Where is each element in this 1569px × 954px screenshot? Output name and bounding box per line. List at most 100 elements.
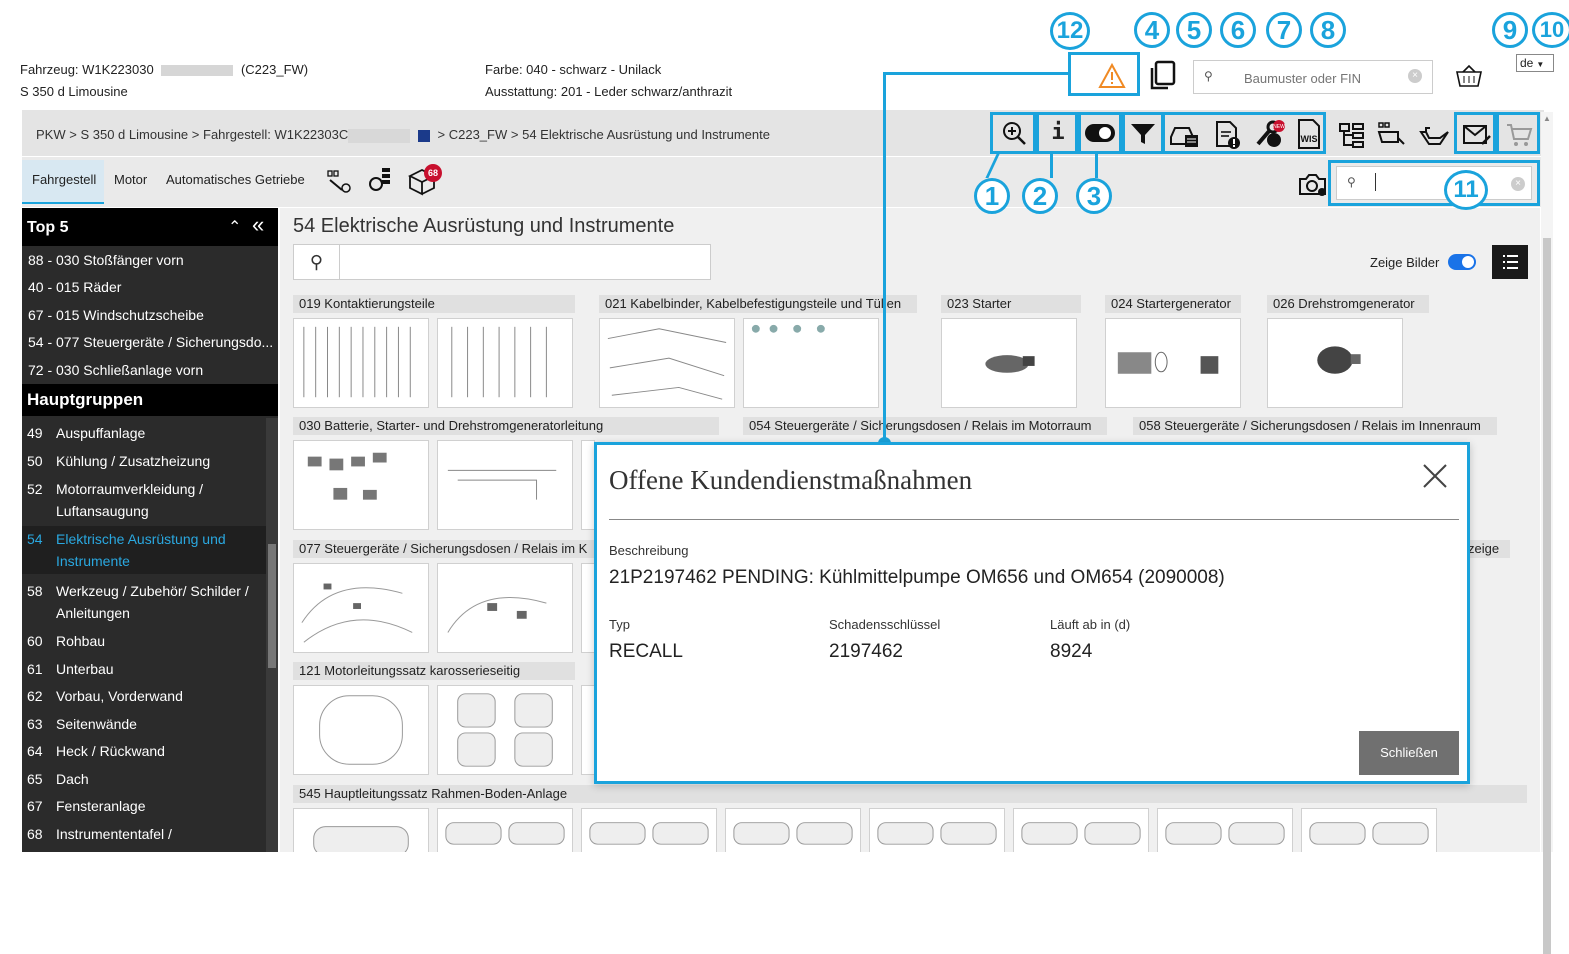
tab-motor[interactable]: Motor [114,172,147,187]
close-icon[interactable] [1422,463,1448,489]
link-icon[interactable] [417,129,430,142]
callout-5: 5 [1176,12,1212,48]
group-thumbnail[interactable] [437,440,573,530]
group-thumbnail[interactable] [725,808,861,852]
group-thumbnail[interactable] [1267,318,1403,408]
top5-item[interactable]: 40 - 015 Räder [22,276,278,298]
group-thumbnail[interactable] [1013,808,1149,852]
group-thumbnail[interactable] [293,318,429,408]
group-thumbnail[interactable] [293,440,429,530]
top5-item[interactable]: 88 - 030 Stoßfänger vorn [22,249,278,271]
breadcrumb-item[interactable]: C223_FW [449,127,508,142]
part-tool-icon[interactable] [326,168,354,194]
top5-item[interactable]: 72 - 030 Schließanlage vorn [22,359,278,381]
sidebar-item-54[interactable]: 54 Elektrische Ausrüstung und Instrumente [22,526,266,574]
breadcrumb-item[interactable]: S 350 d Limousine [80,127,188,142]
group-title[interactable]: 121 Motorleitungssatz karosserieseitig [293,662,575,680]
warning-icon[interactable] [1098,62,1126,90]
top5-item[interactable]: 67 - 015 Windschutzscheibe [22,304,278,326]
group-thumbnail[interactable] [869,808,1005,852]
top5-item[interactable]: 54 - 077 Steuergeräte / Sicherungsdo... [22,331,278,353]
group-thumbnail[interactable] [293,685,429,775]
copy-icon[interactable] [1146,58,1178,92]
group-title[interactable]: 058 Steuergeräte / Sicherungsdosen / Rel… [1133,417,1497,435]
group-thumbnail[interactable] [293,808,429,857]
search-icon: ⚲ [294,245,340,279]
package-icon[interactable]: 68 [406,164,442,196]
fin-search-input[interactable] [1242,67,1396,89]
group-thumbnail[interactable] [581,685,595,775]
callout-connector [883,72,1071,75]
callout-3: 3 [1076,178,1112,214]
group-title[interactable]: 019 Kontaktierungsteile [293,295,575,313]
breadcrumb-item[interactable]: Fahrgestell: W1K22303C [203,127,348,142]
group-thumbnail[interactable] [1157,808,1293,852]
group-thumbnail[interactable] [437,318,573,408]
svg-text:NEW: NEW [1273,124,1285,130]
group-title[interactable]: 021 Kabelbinder, Kabelbefestigungsteile … [599,295,917,313]
zoom-in-icon[interactable] [1000,119,1028,147]
callout-6: 6 [1220,12,1256,48]
group-title[interactable]: 077 Steuergeräte / Sicherungsdosen / Rel… [293,540,595,558]
breadcrumb-item[interactable]: PKW [36,127,66,142]
group-thumbnail[interactable] [599,318,735,408]
top5-header: Top 5 ⌃ « [22,208,278,246]
part-search-box[interactable]: ⚲ × [1336,166,1532,200]
group-title[interactable]: 545 Hauptleitungssatz Rahmen-Boden-Anlag… [293,785,1527,803]
svg-text:WIS: WIS [1301,134,1318,144]
tab-getriebe[interactable]: Automatisches Getriebe [166,172,305,187]
close-button[interactable]: Schließen [1359,731,1459,775]
vehicle-data-icon[interactable] [1168,121,1200,149]
group-title[interactable]: 026 Drehstromgenerator [1267,295,1429,313]
top5-title: Top 5 [27,219,69,236]
group-thumbnail[interactable] [1105,318,1241,408]
group-thumbnail[interactable] [437,685,573,775]
group-search-box[interactable]: ⚲ [293,244,711,280]
group-thumbnail[interactable] [581,563,595,653]
group-thumbnail[interactable] [437,808,573,852]
group-thumbnail[interactable] [293,563,429,653]
callout-2: 2 [1022,178,1058,214]
language-select[interactable]: de ▼ [1516,54,1554,72]
group-thumbnail[interactable] [1301,808,1437,852]
group-title[interactable]: 024 Startergenerator [1105,295,1241,313]
info-icon[interactable]: i [1048,119,1068,147]
camera-search-icon[interactable] [1298,172,1328,198]
oil-can-icon[interactable] [1418,122,1450,148]
show-images-toggle[interactable] [1448,254,1476,270]
group-thumbnail[interactable] [941,318,1077,408]
chevron-down-icon: ▼ [1536,60,1545,69]
clear-icon[interactable]: × [1511,177,1525,191]
tab-fahrgestell[interactable]: Fahrgestell [22,160,104,204]
document-alert-icon[interactable] [1212,120,1242,150]
group-title[interactable]: 030 Batterie, Starter- und Drehstromgene… [293,417,719,435]
desc-value: 21P2197462 PENDING: Kühlmittelpumpe OM65… [609,567,1225,588]
fin-search-box[interactable]: ⚲ × [1193,60,1433,94]
engine-part-icon[interactable] [1376,120,1406,150]
group-title[interactable]: 023 Starter [941,295,1081,313]
group-thumbnail[interactable] [437,563,573,653]
chevron-up-icon[interactable]: ⌃ [228,217,241,237]
sidebar-scrollbar[interactable] [266,418,278,852]
breadcrumb-item[interactable]: 54 Elektrische Ausrüstung und Instrument… [522,127,770,142]
type-value: RECALL [609,641,683,662]
cart-icon[interactable] [1505,122,1533,148]
mail-edit-icon[interactable] [1462,122,1492,148]
group-thumbnail[interactable] [581,440,595,530]
filter-icon[interactable] [1130,122,1156,146]
wis-icon[interactable]: WIS [1296,118,1322,150]
basket-icon[interactable] [1454,64,1484,90]
settings-part-icon[interactable] [366,166,394,194]
collapse-sidebar-icon[interactable]: « [252,214,264,236]
vin-redaction [348,128,411,143]
main-scrollbar[interactable]: ▲ [1541,112,1553,954]
structure-icon[interactable] [1338,121,1366,149]
group-thumbnail[interactable] [581,808,717,852]
group-title[interactable]: zeige [1466,540,1510,558]
toggle-icon[interactable] [1085,124,1115,142]
group-title[interactable]: 054 Steuergeräte / Sicherungsdosen / Rel… [743,417,1107,435]
new-service-icon[interactable]: NEW [1252,118,1286,150]
clear-icon[interactable]: × [1408,69,1422,83]
list-view-button[interactable] [1492,245,1528,279]
group-thumbnail[interactable] [743,318,879,408]
